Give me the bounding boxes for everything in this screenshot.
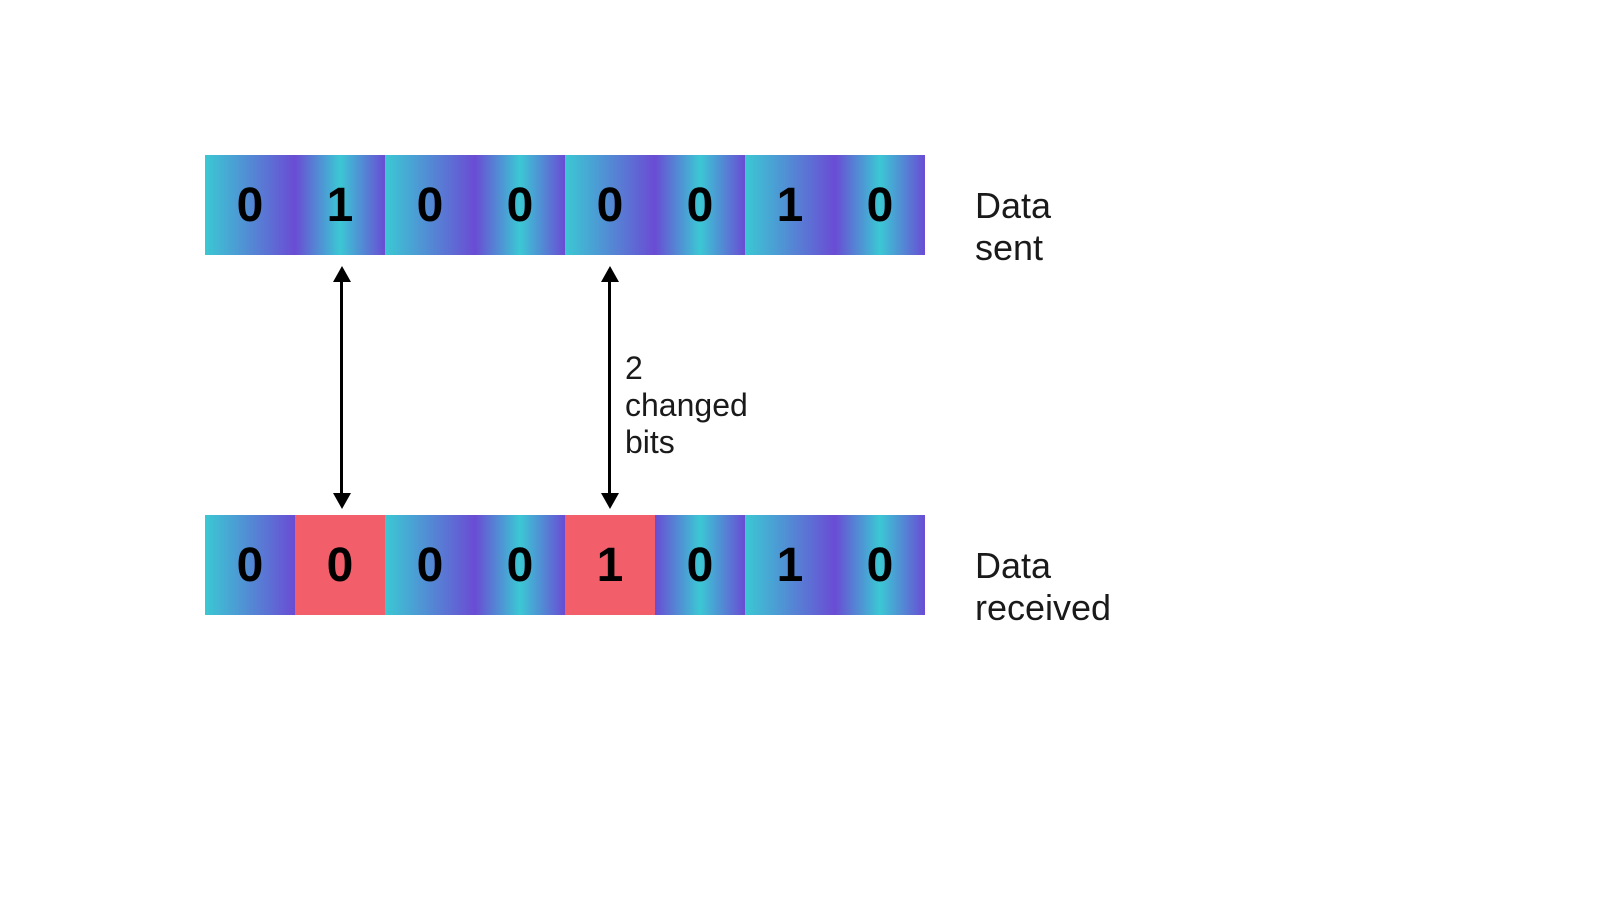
sent-bit-0: 0 xyxy=(205,155,295,255)
received-bit-0: 0 xyxy=(205,515,295,615)
received-bit-1: 0 xyxy=(295,515,385,615)
sent-bit-5: 0 xyxy=(655,155,745,255)
received-bit-6: 1 xyxy=(745,515,835,615)
changed-bits-label: 2 changed bits xyxy=(625,350,748,461)
received-bit-2: 0 xyxy=(385,515,475,615)
received-bit-7: 0 xyxy=(835,515,925,615)
data-received-row: 0 0 0 0 1 0 1 0 xyxy=(205,515,925,615)
sent-bit-3: 0 xyxy=(475,155,565,255)
data-received-label: Data received xyxy=(975,545,1111,629)
change-arrow-1 xyxy=(340,280,343,495)
sent-bit-1: 1 xyxy=(295,155,385,255)
received-bit-5: 0 xyxy=(655,515,745,615)
sent-bit-4: 0 xyxy=(565,155,655,255)
data-sent-row: 0 1 0 0 0 0 1 0 xyxy=(205,155,925,255)
sent-bit-7: 0 xyxy=(835,155,925,255)
sent-bit-6: 1 xyxy=(745,155,835,255)
sent-bit-2: 0 xyxy=(385,155,475,255)
data-sent-label: Data sent xyxy=(975,185,1051,269)
received-bit-4: 1 xyxy=(565,515,655,615)
received-bit-3: 0 xyxy=(475,515,565,615)
change-arrow-2 xyxy=(608,280,611,495)
